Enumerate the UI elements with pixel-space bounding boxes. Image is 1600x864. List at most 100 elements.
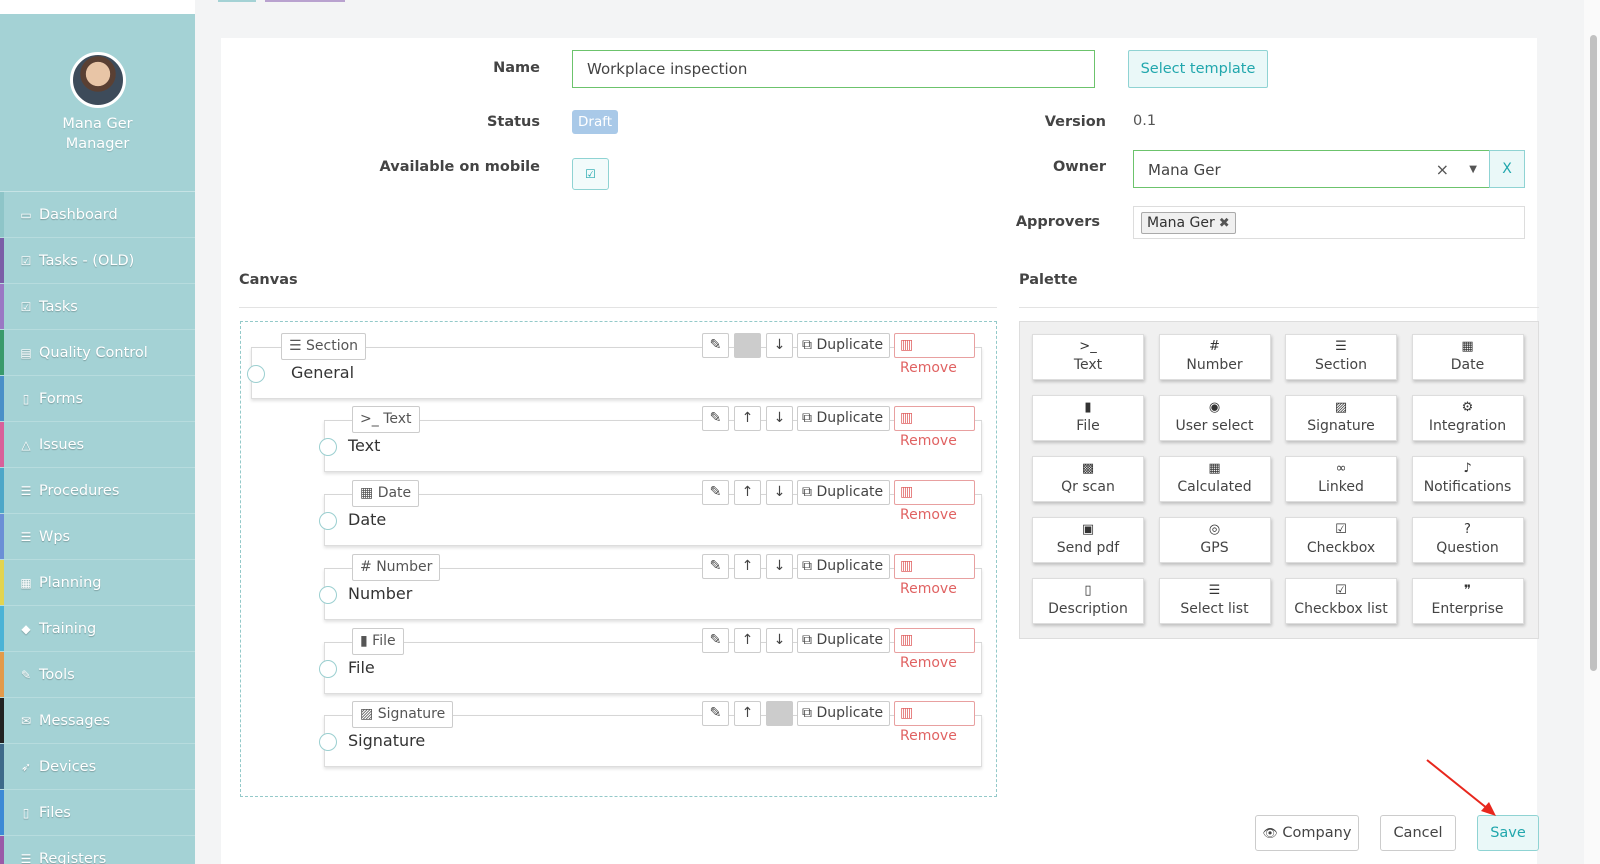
cancel-button[interactable]: Cancel: [1380, 815, 1456, 851]
sidebar-item-quality-control[interactable]: ▤ Quality Control: [0, 330, 195, 376]
sidebar-item-devices[interactable]: ➶ Devices: [0, 744, 195, 790]
duplicate-button[interactable]: ⧉ Duplicate: [797, 554, 890, 579]
palette-item-qr-scan[interactable]: ▩ Qr scan: [1032, 456, 1144, 502]
save-button[interactable]: Save: [1477, 815, 1539, 851]
canvas-component[interactable]: ☰ Section ✎ ↓ ⧉ Duplicate ▥ Remove: [251, 333, 982, 399]
palette-item-question[interactable]: ? Question: [1411, 517, 1524, 563]
sidebar-item-dashboard[interactable]: ▭ Dashboard: [0, 192, 195, 238]
palette-item-linked[interactable]: ∞ Linked: [1285, 456, 1397, 502]
remove-button[interactable]: ▥ Remove: [894, 406, 975, 449]
available-on-mobile-checkbox[interactable]: ☑: [572, 158, 609, 190]
edit-component-button[interactable]: ✎: [702, 480, 729, 505]
palette-item-text[interactable]: >_ Text: [1032, 334, 1144, 380]
palette-item-integration[interactable]: ⚙ Integration: [1411, 395, 1524, 441]
duplicate-button[interactable]: ⧉ Duplicate: [797, 628, 890, 653]
canvas-component[interactable]: >_ Text ✎ ↑ ↓ ⧉ Duplicate ▥ Remove: [324, 406, 982, 472]
arrow-up-icon: ↑: [741, 705, 754, 721]
component-select-radio[interactable]: [319, 660, 337, 678]
palette-item-enterprise[interactable]: ❞ Enterprise: [1411, 578, 1524, 624]
approvers-input[interactable]: Mana Ger ✖: [1133, 206, 1525, 239]
avatar[interactable]: [69, 52, 126, 108]
checkbox-list-icon: ☑: [1335, 583, 1347, 598]
edit-component-button[interactable]: ✎: [702, 701, 729, 726]
edit-component-button[interactable]: ✎: [702, 628, 729, 653]
duplicate-button[interactable]: ⧉ Duplicate: [797, 406, 890, 431]
duplicate-button[interactable]: ⧉ Duplicate: [797, 333, 890, 358]
sidebar-item-accent: [0, 698, 4, 743]
owner-select[interactable]: Mana Ger × ▼: [1133, 150, 1489, 188]
move-down-button[interactable]: ↓: [766, 480, 793, 505]
palette-item-checkbox-list[interactable]: ☑ Checkbox list: [1285, 578, 1397, 624]
remove-button[interactable]: ▥ Remove: [894, 333, 975, 376]
scrollbar-thumb[interactable]: [1590, 35, 1597, 671]
canvas-component[interactable]: ▦ Date ✎ ↑ ↓ ⧉ Duplicate ▥ Remove: [324, 480, 982, 546]
palette-item-label: Signature: [1307, 418, 1375, 434]
move-down-button[interactable]: [766, 701, 793, 726]
remove-button[interactable]: ▥ Remove: [894, 480, 975, 523]
sidebar-item-procedures[interactable]: ☰ Procedures: [0, 468, 195, 514]
remove-tag-icon[interactable]: ✖: [1219, 216, 1230, 231]
sidebar-item-tasks-old[interactable]: ☑ Tasks - (OLD): [0, 238, 195, 284]
name-input[interactable]: Workplace inspection: [572, 50, 1095, 88]
component-select-radio[interactable]: [319, 733, 337, 751]
remove-button[interactable]: ▥ Remove: [894, 701, 975, 744]
move-up-button[interactable]: ↑: [734, 628, 761, 653]
sidebar-item-planning[interactable]: ▦ Planning: [0, 560, 195, 606]
remove-button[interactable]: ▥ Remove: [894, 628, 975, 671]
component-select-radio[interactable]: [319, 438, 337, 456]
sidebar-item-accent: [0, 790, 4, 835]
edit-component-button[interactable]: ✎: [702, 333, 729, 358]
palette-item-gps[interactable]: ◎ GPS: [1158, 517, 1271, 563]
move-down-button[interactable]: ↓: [766, 554, 793, 579]
vertical-scrollbar[interactable]: [1584, 0, 1600, 864]
palette-item-checkbox[interactable]: ☑ Checkbox: [1285, 517, 1397, 563]
select-template-button[interactable]: Select template: [1128, 50, 1268, 88]
sidebar-item-forms[interactable]: ▯ Forms: [0, 376, 195, 422]
component-select-radio[interactable]: [247, 365, 265, 383]
sidebar-item-wps[interactable]: ☰ Wps: [0, 514, 195, 560]
sidebar-item-accent: [0, 836, 4, 864]
sidebar-item-files[interactable]: ▯ Files: [0, 790, 195, 836]
canvas-component[interactable]: # Number ✎ ↑ ↓ ⧉ Duplicate ▥ Remove: [324, 554, 982, 620]
duplicate-button[interactable]: ⧉ Duplicate: [797, 701, 890, 726]
user-profile: Mana Ger Manager: [0, 14, 195, 192]
wrench-icon: ✎: [20, 667, 32, 682]
sidebar-item-training[interactable]: ◆ Training: [0, 606, 195, 652]
move-down-button[interactable]: ↓: [766, 333, 793, 358]
move-up-button[interactable]: ↑: [734, 480, 761, 505]
sidebar-item-label: Tools: [39, 666, 75, 683]
move-up-button[interactable]: [734, 333, 761, 358]
clear-icon[interactable]: ×: [1436, 151, 1449, 189]
caret-down-icon[interactable]: ▼: [1469, 151, 1477, 189]
remove-button[interactable]: ▥ Remove: [894, 554, 975, 597]
palette-item-send-pdf[interactable]: ▣ Send pdf: [1032, 517, 1144, 563]
palette-item-select-list[interactable]: ☰ Select list: [1158, 578, 1271, 624]
edit-component-button[interactable]: ✎: [702, 554, 729, 579]
palette-item-section[interactable]: ☰ Section: [1285, 334, 1397, 380]
move-up-button[interactable]: ↑: [734, 554, 761, 579]
palette-item-file[interactable]: ▮ File: [1032, 395, 1144, 441]
palette-item-calculated[interactable]: ▦ Calculated: [1158, 456, 1271, 502]
component-select-radio[interactable]: [319, 586, 337, 604]
palette-item-signature[interactable]: ▨ Signature: [1285, 395, 1397, 441]
sidebar-item-issues[interactable]: △ Issues: [0, 422, 195, 468]
sidebar-item-tasks[interactable]: ☑ Tasks: [0, 284, 195, 330]
sidebar-item-registers[interactable]: ☰ Registers: [0, 836, 195, 864]
owner-remove-button[interactable]: X: [1489, 150, 1525, 188]
palette-item-notifications[interactable]: ♪ Notifications: [1411, 456, 1524, 502]
move-down-button[interactable]: ↓: [766, 628, 793, 653]
company-button[interactable]: 👁 Company: [1255, 815, 1359, 851]
component-select-radio[interactable]: [319, 512, 337, 530]
palette-item-description[interactable]: ▯ Description: [1032, 578, 1144, 624]
duplicate-button[interactable]: ⧉ Duplicate: [797, 480, 890, 505]
palette-item-number[interactable]: # Number: [1158, 334, 1271, 380]
sidebar-item-tools[interactable]: ✎ Tools: [0, 652, 195, 698]
palette-item-user-select[interactable]: ◉ User select: [1158, 395, 1271, 441]
sidebar-item-messages[interactable]: ✉ Messages: [0, 698, 195, 744]
edit-component-button[interactable]: ✎: [702, 406, 729, 431]
move-down-button[interactable]: ↓: [766, 406, 793, 431]
move-up-button[interactable]: ↑: [734, 701, 761, 726]
move-up-button[interactable]: ↑: [734, 406, 761, 431]
palette-item-date[interactable]: ▦ Date: [1411, 334, 1524, 380]
canvas-component[interactable]: ▮ File ✎ ↑ ↓ ⧉ Duplicate ▥ Remove: [324, 628, 982, 694]
